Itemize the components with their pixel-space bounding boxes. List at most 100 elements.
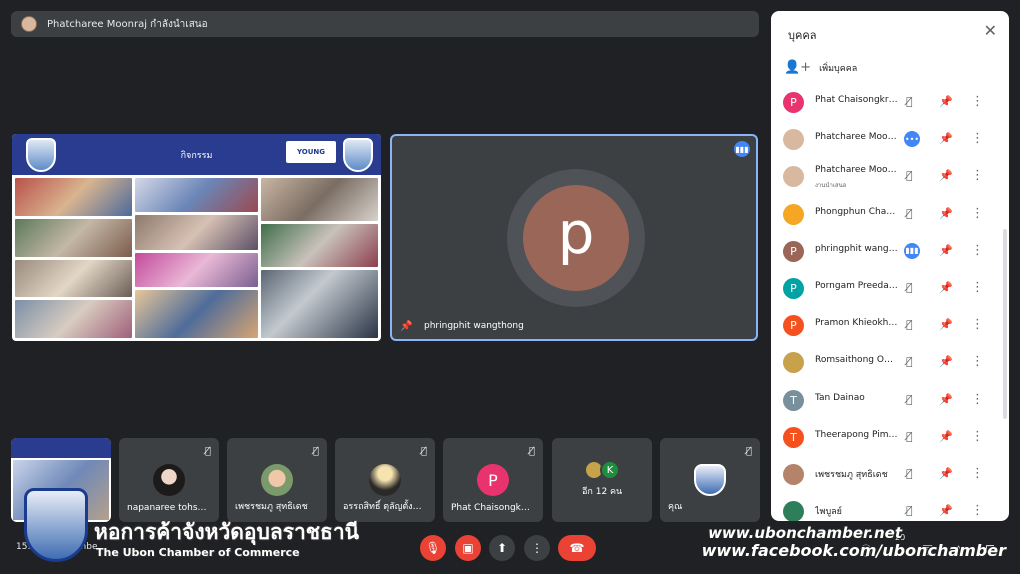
more-vert-icon[interactable]: ⋮: [971, 206, 984, 221]
participant-avatar: [783, 464, 804, 485]
participant-name: Phatcharee Moon…: [815, 132, 899, 143]
participant-row[interactable]: Pphringphit wangt… ▮▮▮ 📌 ⋮: [771, 238, 1001, 266]
participant-row[interactable]: P Phat Chaisongkram 🎙̸ 📌 ⋮: [771, 89, 1001, 117]
participant-tile[interactable]: 🎙̸ อรรถสิทธิ์ ตุลัญตั้ง…: [335, 438, 435, 522]
mic-toggle-button[interactable]: 🎙: [420, 535, 446, 561]
more-vert-icon[interactable]: ⋮: [971, 168, 984, 183]
pin-icon[interactable]: 📌: [939, 430, 953, 443]
activity-photo-collage: [15, 178, 378, 338]
pin-icon[interactable]: 📌: [400, 321, 412, 332]
more-vert-icon[interactable]: ⋮: [971, 131, 984, 146]
more-participants-tile[interactable]: K อีก 12 คน: [552, 438, 652, 522]
participant-row[interactable]: T Theerapong Pimp… 🎙̸ 📌 ⋮: [771, 424, 1001, 452]
participant-avatar: T: [783, 426, 804, 448]
pin-icon[interactable]: 📌: [939, 281, 953, 294]
activity-photo: [260, 178, 378, 221]
mic-off-icon[interactable]: 🎙̸: [906, 95, 913, 108]
participant-name: ไพบูลย์: [815, 507, 842, 518]
people-panel: บุคคล ✕ 👤+ เพิ่มบุคคล P Phat Chaisongkram…: [771, 11, 1009, 521]
participant-avatar: [783, 501, 804, 521]
more-options-button[interactable]: ⋮: [524, 535, 550, 561]
participant-name: คุณ: [668, 502, 683, 512]
more-vert-icon[interactable]: ⋮: [971, 317, 984, 332]
chamber-logo-right: [343, 138, 373, 172]
participant-avatar: [783, 203, 804, 225]
participant-tile[interactable]: 🎙̸ napanaree tohs…: [119, 438, 219, 522]
participant-row[interactable]: T Tan Dainao 🎙̸ 📌 ⋮: [771, 387, 1001, 415]
mic-off-icon[interactable]: 🎙̸: [906, 281, 913, 294]
participant-name: เพชรชมภู สุทธิเดช: [815, 470, 888, 480]
pin-icon[interactable]: 📌: [939, 207, 953, 220]
panel-title: บุคคล: [788, 29, 817, 42]
watermark-facebook: www.facebook.com/ubonchamber: [701, 541, 1006, 560]
activity-photo: [260, 223, 378, 267]
more-vert-icon[interactable]: ⋮: [971, 94, 984, 109]
pin-icon[interactable]: 📌: [939, 318, 953, 331]
speaking-indicator-icon: ▮▮▮: [734, 141, 750, 157]
participant-row[interactable]: ไพบูลย์ 🎙̸ 📌 ⋮: [771, 498, 1001, 521]
participant-name: อรรถสิทธิ์ ตุลัญตั้ง…: [343, 502, 422, 512]
mic-off-icon[interactable]: 🎙̸: [906, 207, 913, 220]
activity-photo: [260, 269, 378, 338]
more-vert-icon[interactable]: ⋮: [971, 392, 984, 407]
pin-icon[interactable]: 📌: [939, 467, 953, 480]
present-button[interactable]: ⬆: [489, 535, 515, 561]
participant-row[interactable]: P Pramon Khieokham 🎙̸ 📌 ⋮: [771, 312, 1001, 340]
mic-off-icon[interactable]: 🎙̸: [906, 430, 913, 443]
participant-row[interactable]: Phatcharee Moon… ••• 📌 ⋮: [771, 126, 1001, 154]
pin-icon[interactable]: 📌: [939, 95, 953, 108]
participant-tile[interactable]: 🎙̸ เพชรชมภู สุทธิเดช: [227, 438, 327, 522]
pin-icon[interactable]: 📌: [939, 169, 953, 182]
more-vert-icon[interactable]: ⋮: [971, 503, 984, 518]
participant-avatar: T: [783, 389, 804, 411]
speaker-avatar: p: [523, 185, 629, 291]
presenting-banner: Phatcharee Moonraj กำลังนำเสนอ: [11, 11, 759, 37]
participant-row[interactable]: Romsaithong Offi… 🎙̸ 📌 ⋮: [771, 349, 1001, 377]
activity-photo: [135, 178, 258, 213]
participant-avatar: [694, 464, 726, 496]
mic-off-icon[interactable]: 🎙̸: [906, 467, 913, 480]
mic-off-icon[interactable]: 🎙̸: [906, 504, 913, 517]
mic-off-icon[interactable]: 🎙̸: [906, 318, 913, 331]
leave-call-button[interactable]: ☎: [558, 535, 596, 561]
speaking-indicator-icon[interactable]: ▮▮▮: [904, 242, 920, 259]
presenter-avatar: [21, 16, 37, 32]
close-icon[interactable]: ✕: [984, 21, 997, 40]
more-vert-icon[interactable]: ⋮: [971, 354, 984, 369]
mic-off-icon: 🎙̸: [745, 446, 752, 457]
activity-photo: [135, 289, 258, 338]
participant-avatar: P: [477, 464, 509, 496]
more-vert-icon[interactable]: ⋮: [971, 429, 984, 444]
participant-row[interactable]: P Porngam Preedas… 🎙̸ 📌 ⋮: [771, 275, 1001, 303]
participant-tile[interactable]: 🎙̸ P Phat Chaisongk…: [443, 438, 543, 522]
participant-avatar: [783, 166, 804, 188]
pin-icon[interactable]: 📌: [939, 504, 953, 517]
add-people-button[interactable]: 👤+ เพิ่มบุคคล: [784, 60, 857, 75]
mic-off-icon: 🎙̸: [528, 446, 535, 457]
mic-off-icon[interactable]: 🎙̸: [906, 169, 913, 182]
pin-icon[interactable]: 📌: [939, 132, 953, 145]
mic-off-icon[interactable]: 🎙̸: [906, 393, 913, 406]
pin-icon[interactable]: 📌: [939, 244, 953, 257]
pin-icon[interactable]: 📌: [939, 355, 953, 368]
participant-avatar: [783, 352, 804, 374]
panel-scrollbar[interactable]: [1003, 229, 1007, 419]
mic-off-icon[interactable]: 🎙̸: [906, 355, 913, 368]
more-horiz-icon[interactable]: •••: [904, 131, 920, 148]
participant-row[interactable]: เพชรชมภู สุทธิเดช 🎙̸ 📌 ⋮: [771, 461, 1001, 489]
slide-title: กิจกรรม: [180, 150, 213, 161]
camera-toggle-button[interactable]: ▣: [455, 535, 481, 561]
participant-avatar: P: [783, 92, 804, 113]
active-speaker-tile[interactable]: p ▮▮▮ 📌 phringphit wangthong: [390, 134, 758, 341]
presentation-tile[interactable]: กิจกรรม YOUNG: [12, 134, 381, 341]
more-vert-icon[interactable]: ⋮: [971, 243, 984, 258]
chamber-watermark-logo: [24, 488, 88, 562]
participant-row[interactable]: Phongphun Chant… 🎙̸ 📌 ⋮: [771, 201, 1001, 229]
participant-row[interactable]: Phatcharee Moon… งานนำเสนอ 🎙̸ 📌 ⋮: [771, 163, 1001, 191]
more-vert-icon[interactable]: ⋮: [971, 466, 984, 481]
self-view-tile[interactable]: 🎙̸ คุณ: [660, 438, 760, 522]
pin-icon[interactable]: 📌: [939, 393, 953, 406]
participant-name: Pramon Khieokham: [815, 318, 899, 329]
mic-off-icon: 🎙: [425, 541, 441, 555]
more-vert-icon[interactable]: ⋮: [971, 280, 984, 295]
